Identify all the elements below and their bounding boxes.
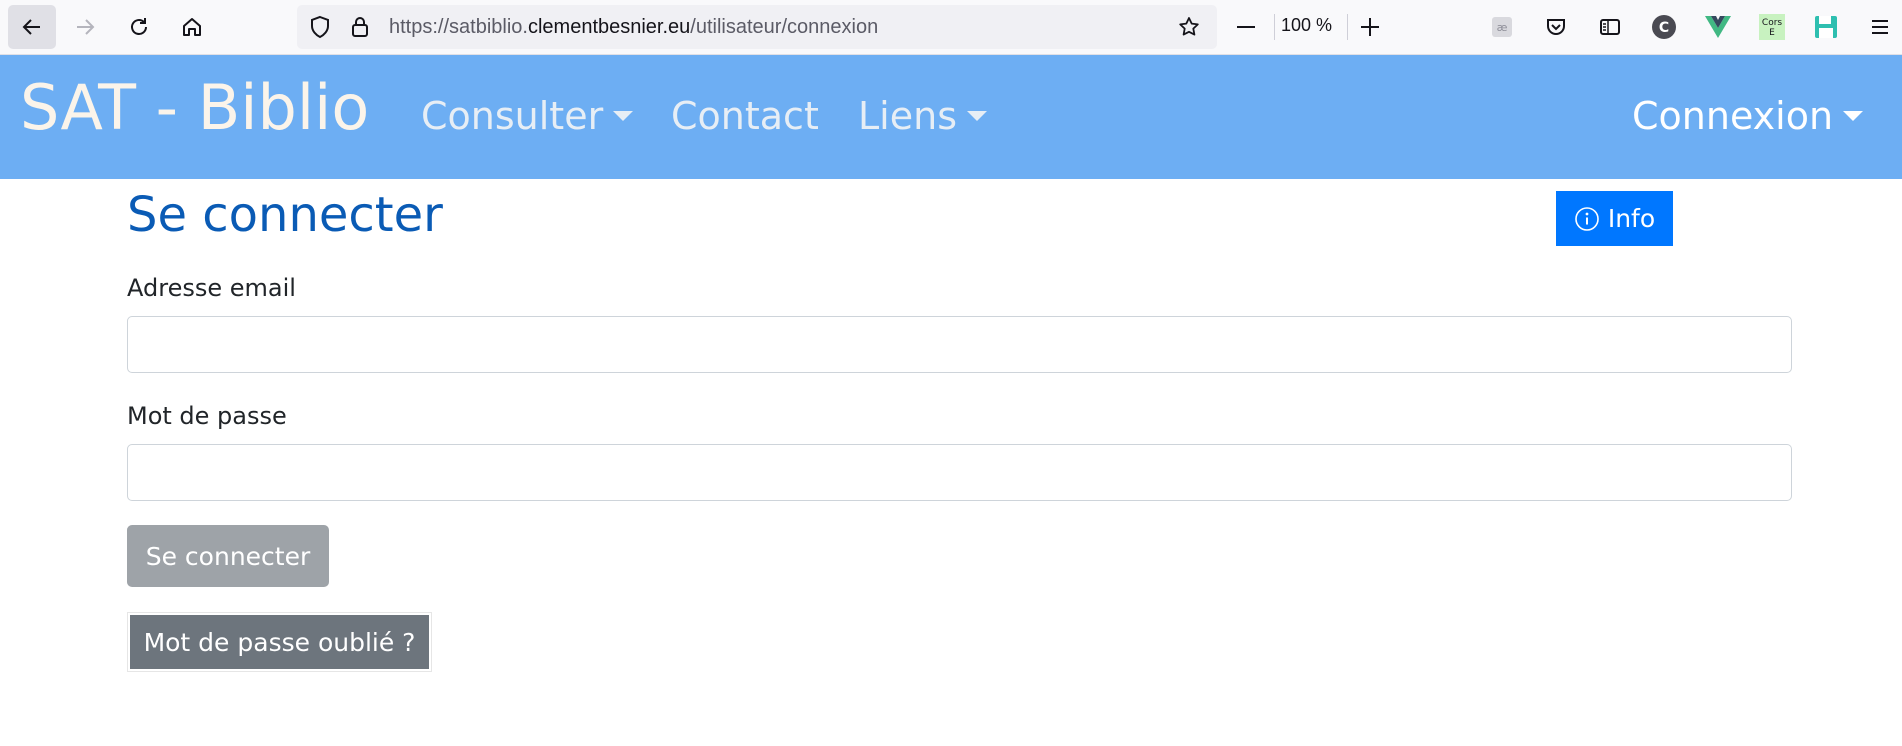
c-extension-icon[interactable]: C [1649, 12, 1679, 42]
page-title: Se connecter [127, 187, 443, 243]
url-prefix: https://satbiblio. [389, 16, 528, 38]
cors-extension-icon[interactable]: Cors E [1757, 12, 1787, 42]
nav-connexion-label: Connexion [1632, 94, 1834, 138]
bookmark-star-icon[interactable] [1177, 15, 1201, 39]
lock-icon[interactable] [348, 15, 372, 39]
svg-text:æ: æ [1497, 21, 1508, 34]
email-field[interactable] [127, 316, 1792, 373]
url-domain: clementbesnier.eu [527, 16, 691, 38]
browser-toolbar: https://satbiblio.clementbesnier.eu/util… [0, 0, 1902, 55]
info-circle-icon [1575, 206, 1599, 231]
forward-arrow-icon [77, 19, 95, 35]
login-button[interactable]: Se connecter [127, 525, 329, 587]
save-icon[interactable] [1811, 12, 1841, 42]
nav-liens-label: Liens [858, 94, 957, 138]
menu-icon[interactable] [1865, 12, 1895, 42]
email-label: Adresse email [127, 274, 296, 302]
password-field[interactable] [127, 444, 1792, 501]
brand-logo[interactable]: SAT - Biblio [20, 77, 369, 139]
forgot-password-button[interactable]: Mot de passe oublié ? [130, 615, 429, 669]
back-arrow-icon [22, 19, 40, 35]
zoom-separator [1347, 14, 1348, 40]
svg-text:Cors: Cors [1762, 18, 1782, 28]
shield-icon[interactable] [308, 15, 332, 39]
nav-connexion[interactable]: Connexion [1632, 94, 1864, 138]
home-button[interactable] [168, 5, 216, 49]
svg-text:E: E [1769, 28, 1775, 38]
password-label: Mot de passe [127, 402, 287, 430]
pocket-icon[interactable] [1541, 12, 1571, 42]
forward-button[interactable] [61, 5, 109, 49]
caret-down-icon [1843, 111, 1864, 121]
url-path: /utilisateur/connexion [690, 16, 879, 38]
zoom-separator [1274, 14, 1275, 40]
caret-down-icon [613, 111, 634, 121]
nav-consulter[interactable]: Consulter [421, 94, 634, 138]
nav-consulter-label: Consulter [421, 94, 604, 138]
site-navbar: SAT - Biblio Consulter Contact Liens Con… [0, 55, 1902, 179]
reload-button[interactable] [115, 5, 163, 49]
home-icon [183, 18, 201, 36]
url-bar[interactable]: https://satbiblio.clementbesnier.eu/util… [297, 5, 1217, 49]
reload-icon [131, 18, 147, 35]
info-button[interactable]: Info [1556, 191, 1673, 246]
caret-down-icon [967, 111, 987, 121]
url-text[interactable]: https://satbiblio.clementbesnier.eu/util… [389, 5, 878, 49]
reader-icon[interactable] [1595, 12, 1625, 42]
nav-contact-label: Contact [671, 94, 819, 138]
nav-contact[interactable]: Contact [671, 97, 819, 135]
vue-devtools-icon[interactable] [1703, 12, 1733, 42]
ae-icon[interactable]: æ [1487, 12, 1517, 42]
nav-liens[interactable]: Liens [858, 97, 987, 135]
zoom-out-icon[interactable] [1232, 13, 1260, 41]
zoom-in-icon[interactable] [1356, 13, 1384, 41]
svg-text:C: C [1659, 20, 1669, 36]
info-button-label: Info [1607, 204, 1656, 233]
back-button[interactable] [8, 5, 56, 49]
zoom-level[interactable]: 100 % [1281, 10, 1332, 40]
